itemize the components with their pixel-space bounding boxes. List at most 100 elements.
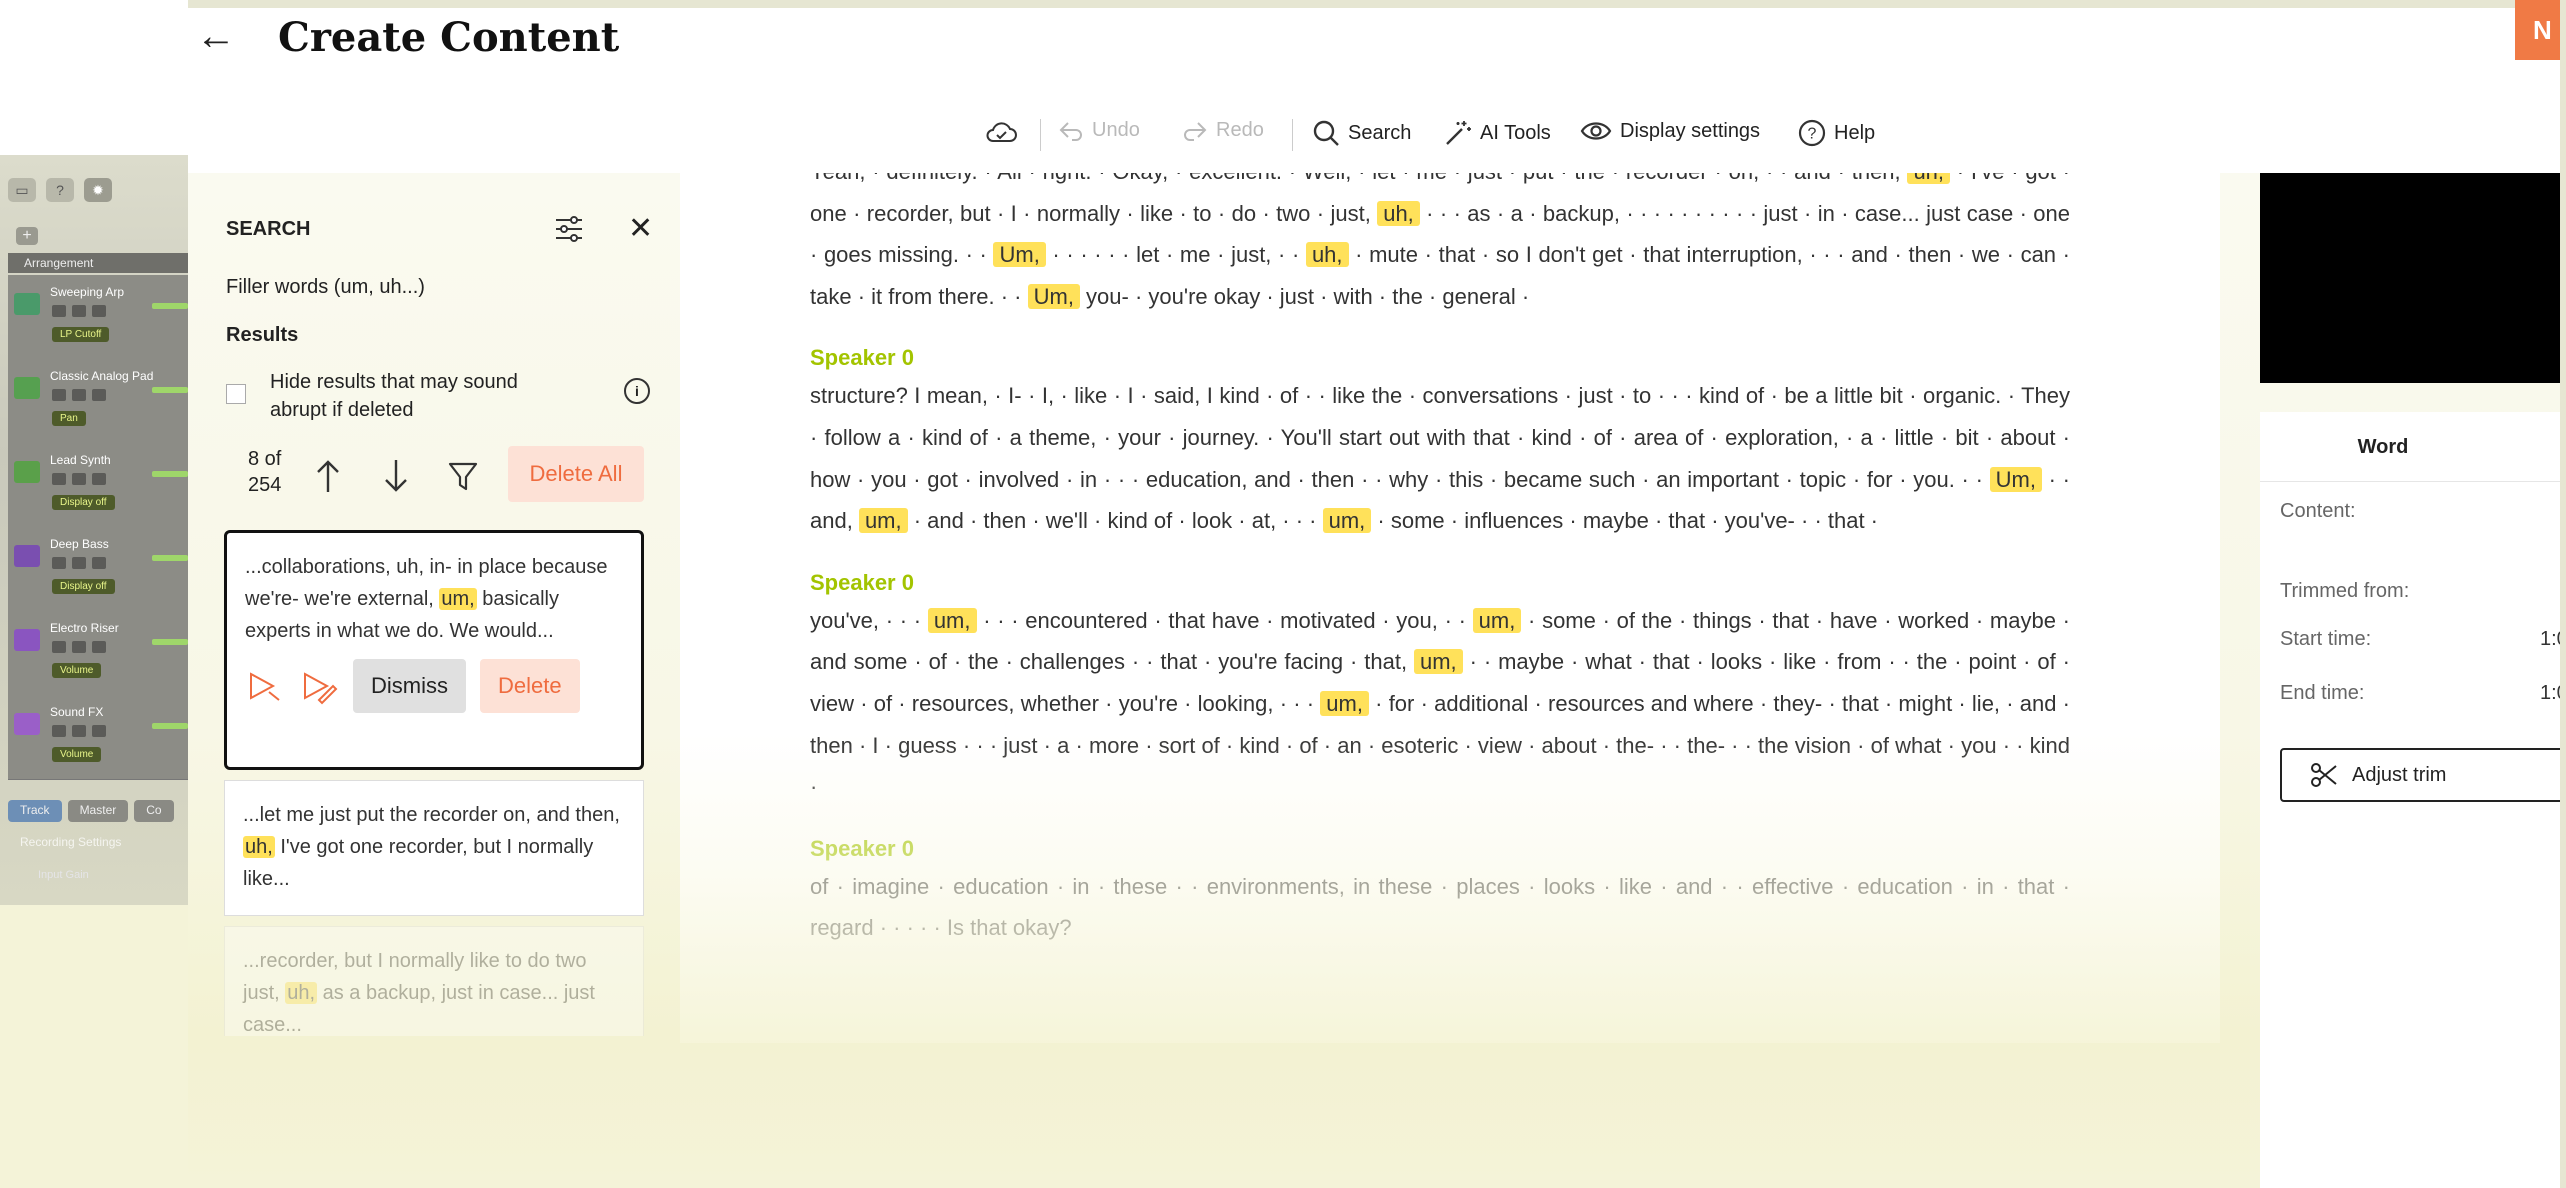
daw-toolbar: ▭ ? ✹ [8, 175, 112, 205]
result-card-active[interactable]: ...collaborations, uh, in- in place beca… [224, 530, 644, 770]
transcript-editor[interactable]: Yeah, · definitely. · All · right. · Oka… [680, 173, 2220, 1043]
daw-track[interactable]: Classic Analog Pad Pan [8, 359, 188, 444]
filler-word-highlight[interactable]: um, [927, 607, 977, 633]
filler-word-highlight[interactable]: um, [1322, 508, 1372, 534]
hide-abrupt-label: Hide results that may sound abrupt if de… [270, 371, 518, 421]
video-preview[interactable] [2260, 173, 2566, 383]
window-edge [2560, 0, 2566, 1188]
help-label: Help [1834, 121, 1876, 144]
speaker-label[interactable]: Speaker 0 [810, 570, 2070, 596]
help-button[interactable]: ? Help [1798, 119, 1875, 147]
toolbar-divider [1292, 119, 1293, 151]
filler-word-highlight[interactable]: um, [1320, 690, 1369, 716]
track-automation-badge[interactable]: Display off [52, 579, 115, 594]
speaker-label[interactable]: Speaker 0 [810, 345, 2070, 371]
result-snippet: ...collaborations, uh, in- in place beca… [245, 551, 623, 647]
filter-funnel-icon[interactable] [448, 458, 478, 494]
daw-help-icon[interactable]: ? [46, 178, 74, 202]
dismiss-button[interactable]: Dismiss [353, 659, 466, 713]
close-icon[interactable]: ✕ [628, 214, 653, 244]
track-controls[interactable] [52, 725, 116, 737]
track-automation-badge[interactable]: Pan [52, 411, 86, 426]
daw-track[interactable]: Deep Bass Display off [8, 527, 188, 612]
transcript-paragraph[interactable]: structure? I mean, · I- · I, · like · I … [810, 375, 2070, 541]
daw-track[interactable]: Lead Synth Display off [8, 443, 188, 528]
track-controls[interactable] [52, 557, 116, 569]
cloud-sync-icon[interactable] [984, 119, 1018, 145]
daw-tab-track[interactable]: Track [8, 800, 62, 822]
filler-word-highlight[interactable]: Um, [993, 242, 1046, 268]
redo-button[interactable]: Redo [1182, 119, 1264, 142]
track-automation-badge[interactable]: LP Cutoff [52, 327, 110, 342]
track-automation-badge[interactable]: Volume [52, 663, 102, 678]
daw-settings-icon[interactable]: ✹ [84, 178, 112, 202]
next-result-arrow-icon[interactable] [382, 458, 410, 494]
track-controls[interactable] [52, 641, 116, 653]
daw-track[interactable]: Sweeping Arp LP Cutoff [8, 275, 188, 360]
daw-tab-co[interactable]: Co [134, 800, 174, 822]
track-level-meter [152, 471, 188, 477]
track-automation-badge[interactable]: Volume [52, 747, 102, 762]
search-button[interactable]: Search [1312, 119, 1411, 147]
filler-word-highlight[interactable]: um, [1413, 649, 1463, 675]
hide-abrupt-checkbox[interactable] [226, 384, 246, 404]
header: ← Create Content [188, 8, 2566, 83]
undo-label: Undo [1092, 119, 1140, 141]
transcript-paragraph[interactable]: of · imagine · education · in · these · … [810, 866, 2070, 949]
previous-result-arrow-icon[interactable] [314, 458, 342, 494]
filler-word-highlight[interactable]: uh, [1305, 242, 1349, 268]
daw-add-button[interactable]: + [16, 227, 38, 245]
redo-label: Redo [1216, 119, 1264, 141]
transcript-body: Yeah, · definitely. · All · right. · Oka… [810, 173, 2070, 949]
track-instrument-icon [14, 629, 40, 651]
adjust-trim-button[interactable]: Adjust trim [2280, 748, 2566, 802]
result-card[interactable]: ...recorder, but I normally like to do t… [224, 926, 644, 1036]
filler-word-highlight[interactable]: um, [858, 508, 908, 534]
filler-word-highlight[interactable]: um, [1472, 607, 1522, 633]
track-automation-badge[interactable]: Display off [52, 495, 115, 510]
toolbar-divider [1040, 119, 1041, 151]
speaker-label[interactable]: Speaker 0 [810, 836, 2070, 862]
search-panel-title: SEARCH [226, 218, 311, 240]
info-icon[interactable]: i [624, 378, 650, 404]
play-edited-icon[interactable] [299, 666, 339, 706]
next-button[interactable]: N [2515, 0, 2566, 60]
blank-area [0, 0, 188, 155]
track-instrument-icon [14, 377, 40, 399]
sliders-icon[interactable] [554, 214, 584, 244]
filler-word-highlight[interactable]: Um, [1027, 283, 1080, 309]
help-icon: ? [1798, 119, 1826, 147]
track-controls[interactable] [52, 389, 116, 401]
undo-button[interactable]: Undo [1058, 119, 1140, 142]
snippet-after: I've got one recorder, but I normally li… [243, 836, 594, 890]
delete-button[interactable]: Delete [480, 659, 580, 713]
transcript-paragraph[interactable]: you've, · · · um, · · · encountered · th… [810, 600, 2070, 808]
track-level-meter [152, 639, 188, 645]
play-icon[interactable] [245, 666, 285, 706]
end-time-label: End time: [2280, 682, 2365, 704]
filler-word-highlight[interactable]: Um, [1989, 466, 2042, 492]
daw-recording-settings[interactable]: Recording Settings [20, 835, 121, 849]
daw-layout-icon[interactable]: ▭ [8, 178, 36, 202]
word-panel-title: Word [2260, 412, 2566, 482]
content-label: Content: [2280, 500, 2356, 522]
track-controls[interactable] [52, 305, 116, 317]
daw-track[interactable]: Sound FX Volume [8, 695, 188, 780]
back-arrow-icon[interactable]: ← [196, 14, 236, 59]
track-controls[interactable] [52, 473, 116, 485]
track-name: Electro Riser [50, 621, 119, 635]
transcript-paragraph[interactable]: Yeah, · definitely. · All · right. · Oka… [810, 173, 2070, 317]
track-name: Sound FX [50, 705, 104, 719]
result-card[interactable]: ...let me just put the recorder on, and … [224, 780, 644, 916]
snippet-match: uh, [243, 836, 275, 858]
daw-tab-master[interactable]: Master [67, 800, 129, 822]
filler-word-highlight[interactable]: uh, [1377, 200, 1420, 226]
delete-all-button[interactable]: Delete All [508, 446, 644, 502]
undo-icon [1059, 121, 1082, 141]
filler-word-highlight[interactable]: uh, [1907, 173, 1951, 184]
display-settings-button[interactable]: Display settings [1580, 119, 1760, 143]
adjust-trim-label: Adjust trim [2352, 763, 2447, 786]
track-instrument-icon [14, 293, 40, 315]
daw-track[interactable]: Electro Riser Volume [8, 611, 188, 696]
ai-tools-button[interactable]: AI Tools [1444, 119, 1551, 147]
